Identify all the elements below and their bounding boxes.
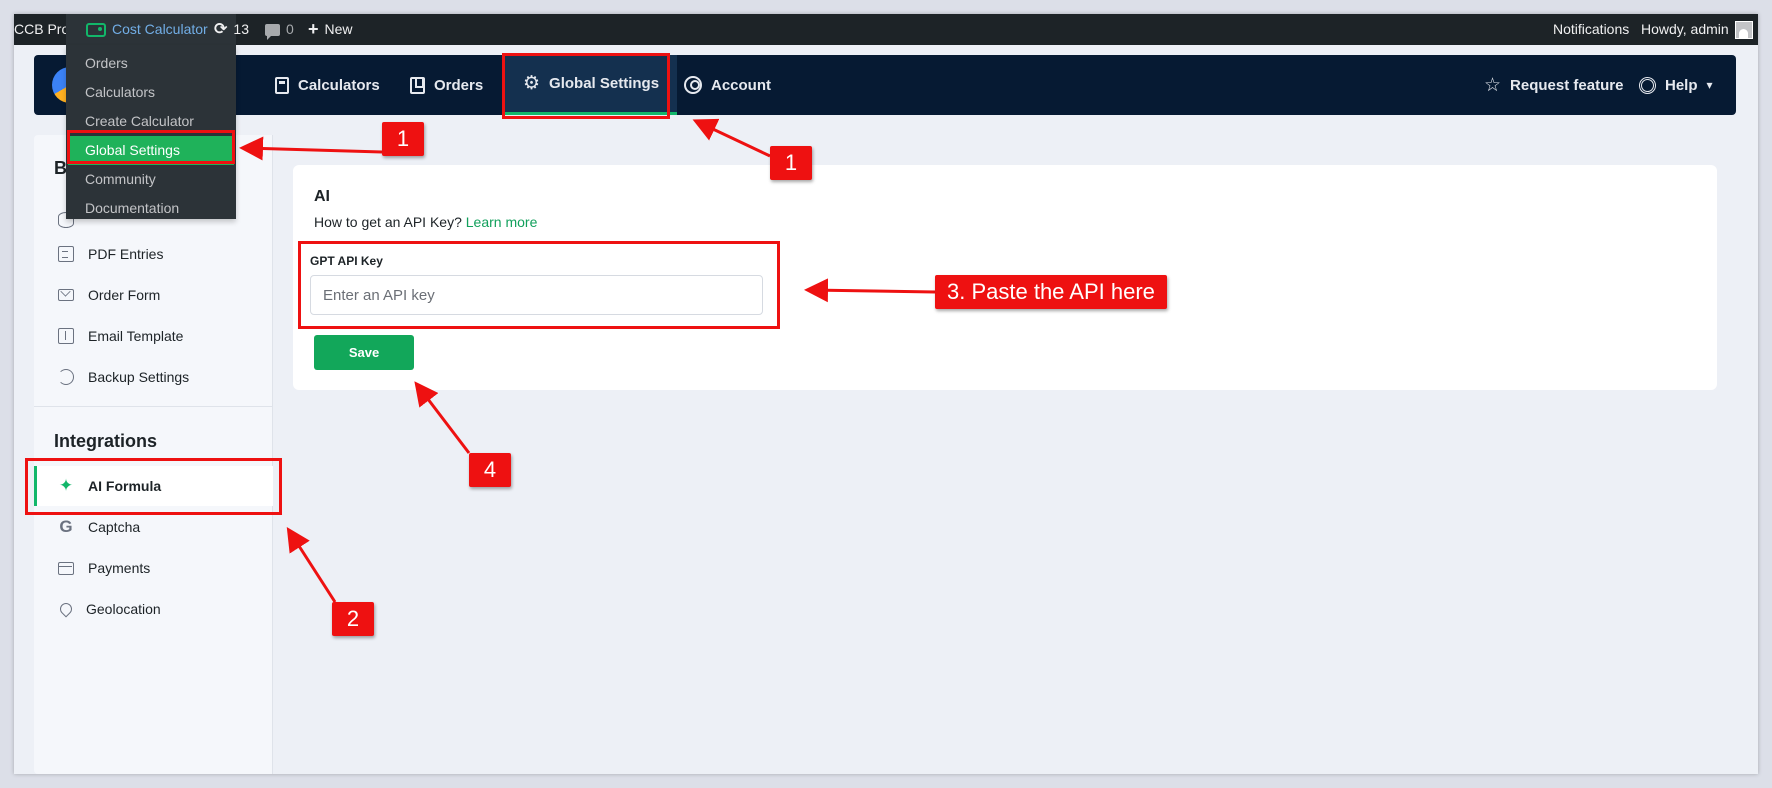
location-pin-icon xyxy=(57,600,75,618)
submenu-item-calculators[interactable]: Calculators xyxy=(66,78,236,107)
plus-icon: + xyxy=(308,19,319,39)
sidebar-item-pdf-entries[interactable]: PDF Entries xyxy=(34,234,273,274)
chevron-down-icon: ▾ xyxy=(1706,78,1713,92)
highlight-ai-formula xyxy=(25,458,282,515)
cost-calculator-menu[interactable]: Cost Calculator xyxy=(66,14,236,45)
orders-icon xyxy=(410,76,425,94)
comments-count: 0 xyxy=(286,21,294,37)
star-icon: ☆ xyxy=(1484,74,1502,96)
submenu-item-orders[interactable]: Orders xyxy=(66,49,236,78)
sidebar-item-label: Payments xyxy=(88,560,151,576)
step-4-badge: 4 xyxy=(469,453,511,487)
user-account-menu[interactable]: Howdy, admin xyxy=(1641,14,1753,45)
card-icon xyxy=(58,561,74,575)
new-label: New xyxy=(324,21,353,37)
sidebar-item-payments[interactable]: Payments xyxy=(34,548,273,588)
document-icon xyxy=(58,246,74,262)
sidebar-item-backup-settings[interactable]: Backup Settings xyxy=(34,357,273,397)
updates-count: 13 xyxy=(233,21,249,37)
sidebar-item-label: PDF Entries xyxy=(88,246,164,262)
step-3-badge: 3. Paste the API here xyxy=(935,275,1167,309)
nav-account[interactable]: Account xyxy=(684,55,771,115)
highlight-submenu-global-settings xyxy=(67,130,235,164)
request-feature-label: Request feature xyxy=(1510,76,1624,94)
api-key-help-text: How to get an API Key? Learn more xyxy=(314,214,537,230)
sidebar-heading-integrations: Integrations xyxy=(54,431,158,451)
step-1-badge-nav: 1 xyxy=(770,146,812,180)
sidebar-divider xyxy=(34,406,273,407)
request-feature-link[interactable]: ☆ Request feature xyxy=(1484,55,1623,115)
step-2-badge: 2 xyxy=(332,602,374,636)
notifications-link[interactable]: Notifications xyxy=(1553,14,1629,45)
plugin-header: Calculators Orders ⚙ Global Settings Acc… xyxy=(34,55,1736,115)
sidebar-item-label: Order Form xyxy=(88,287,161,303)
nav-orders-label: Orders xyxy=(434,76,484,94)
sidebar-item-email-template[interactable]: Email Template xyxy=(34,316,273,356)
help-menu[interactable]: Help ▾ xyxy=(1639,55,1713,115)
comments-link[interactable]: 0 xyxy=(265,14,294,45)
sidebar-item-label: Captcha xyxy=(88,519,141,535)
template-icon xyxy=(58,328,74,344)
help-lifebuoy-icon xyxy=(1639,76,1656,94)
cost-calculator-label: Cost Calculator xyxy=(112,21,208,37)
comment-icon xyxy=(265,23,280,40)
highlight-nav-global-settings xyxy=(502,53,670,119)
save-button[interactable]: Save xyxy=(314,335,414,370)
new-content-link[interactable]: + New xyxy=(308,14,353,45)
help-label: Help xyxy=(1665,76,1698,94)
history-icon xyxy=(58,369,74,385)
envelope-icon xyxy=(58,289,74,301)
account-icon xyxy=(684,76,702,94)
help-question: How to get an API Key? xyxy=(314,214,462,230)
nav-calculators[interactable]: Calculators xyxy=(275,55,380,115)
updates-link[interactable]: ⟳ 13 xyxy=(214,14,249,45)
sidebar-item-order-form[interactable]: Order Form xyxy=(34,275,273,315)
avatar-icon xyxy=(1734,20,1753,39)
google-icon: G xyxy=(59,517,73,536)
updates-icon: ⟳ xyxy=(214,21,228,38)
nav-calculators-label: Calculators xyxy=(298,76,380,94)
sidebar-item-geolocation[interactable]: Geolocation xyxy=(34,589,273,629)
calculator-icon xyxy=(275,76,289,94)
submenu-item-documentation[interactable]: Documentation xyxy=(66,194,236,223)
sidebar-item-label: Geolocation xyxy=(86,601,161,617)
submenu-item-community[interactable]: Community xyxy=(66,165,236,194)
learn-more-link[interactable]: Learn more xyxy=(466,214,538,230)
site-name-link[interactable]: CCB Pro xyxy=(14,14,69,45)
app-frame xyxy=(14,14,1758,774)
site-name-label: CCB Pro xyxy=(14,21,70,37)
highlight-api-key-field xyxy=(298,241,780,329)
nav-account-label: Account xyxy=(711,76,771,94)
step-1-badge-submenu: 1 xyxy=(382,122,424,156)
sidebar-item-label: Backup Settings xyxy=(88,369,190,385)
howdy-label: Howdy, admin xyxy=(1641,21,1729,37)
calculator-logo-icon xyxy=(86,22,106,37)
section-title: AI xyxy=(314,188,330,205)
sidebar-item-label: Email Template xyxy=(88,328,184,344)
nav-orders[interactable]: Orders xyxy=(410,55,483,115)
wp-admin-bar: CCB Pro Cost Calculator ⟳ 13 0 + New Not… xyxy=(14,14,1758,45)
notifications-label: Notifications xyxy=(1553,21,1630,37)
